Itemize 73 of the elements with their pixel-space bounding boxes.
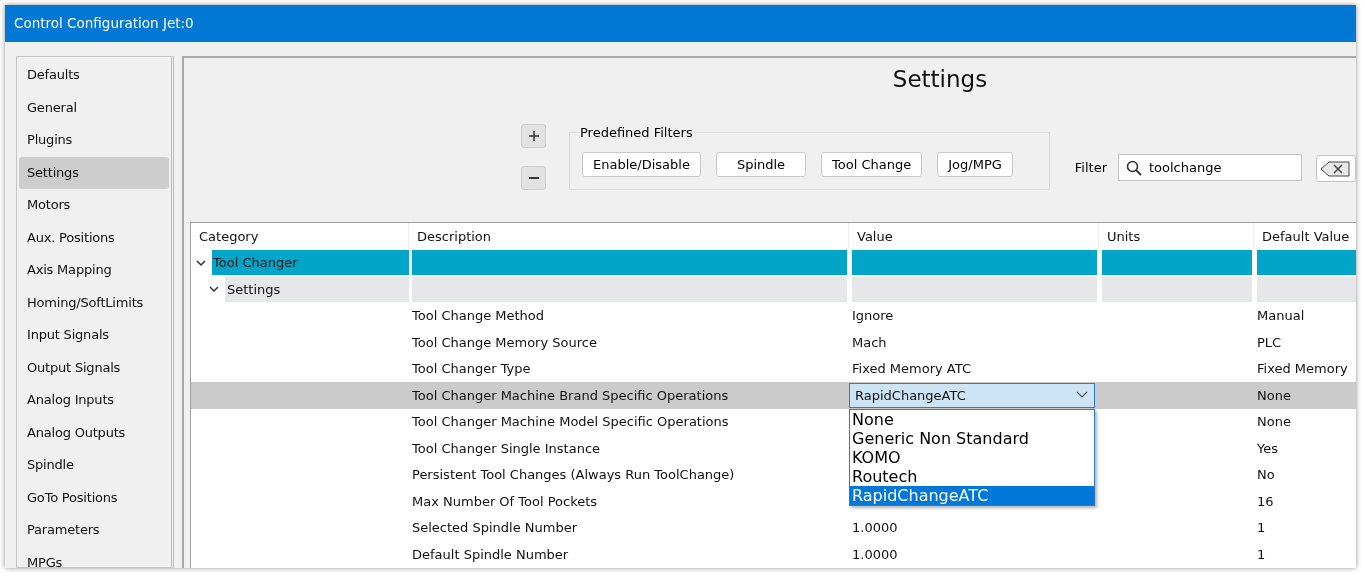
dropdown-option[interactable]: Routech [850,467,1094,486]
selected-row[interactable]: Tool Changer Machine Brand Specific Operations RapidChangeATC None [191,382,1356,409]
dropdown-option[interactable]: RapidChangeATC [850,486,1094,505]
sidebar-item[interactable]: Analog Inputs [19,384,169,417]
default-value-cell-text: None [1256,386,1292,405]
default-value-cell-text: Fixed Memory [1256,360,1349,379]
plus-icon [527,130,540,142]
sidebar-item[interactable]: Input Signals [19,319,169,352]
description-cell-text: Tool Change Memory Source [411,333,598,352]
category-label: Settings [225,276,409,302]
description-cell-text: Tool Change Method [411,307,546,326]
description-cell-text: Tool Changer Machine Model Specific Operations [411,413,730,432]
value-cell: 1.0000 [852,520,898,536]
default-value-cell-text: PLC [1256,333,1283,352]
search-icon [1126,160,1142,176]
description-cell-text: Default Spindle Number [411,545,570,564]
backspace-icon [1320,160,1350,177]
sidebar-item[interactable]: GoTo Positions [19,481,169,514]
sidebar-item[interactable]: Settings [19,156,169,189]
group-legend: Predefined Filters [579,125,694,140]
sidebar-item[interactable]: MPGs [19,546,169,567]
column-header[interactable]: Category [191,223,409,249]
filter-button[interactable]: Tool Change [821,152,923,177]
collapse-all-button[interactable] [521,166,546,190]
default-value-cell-text: None [1256,413,1292,432]
sidebar-item[interactable]: Parameters [19,514,169,547]
column-header[interactable]: Value [849,223,1099,249]
default-value-cell-text: 1 [1256,545,1267,564]
window-title: Control Configuration Jet:0 [5,5,1356,42]
value-cell: 1.0000 [852,546,898,562]
sidebar-item[interactable]: Axis Mapping [19,254,169,287]
clear-filter-button[interactable] [1316,155,1356,182]
description-cell-text: Tool Changer Type [411,360,532,379]
sidebar-item[interactable]: Motors [19,189,169,222]
sidebar-item[interactable]: Output Signals [19,351,169,384]
default-value-cell-text: Manual [1256,307,1306,326]
chevron-icon[interactable] [209,284,219,295]
filter-button[interactable]: Jog/MPG [937,152,1013,177]
expand-all-button[interactable] [521,124,546,148]
description-cell-text: Max Number Of Tool Pockets [411,492,599,511]
column-header[interactable]: Description [409,223,849,249]
dropdown-option[interactable]: None [850,410,1094,429]
panel-title: Settings [891,66,989,94]
default-value-cell-text: 16 [1256,492,1275,511]
value-cell: Ignore [852,308,894,324]
sidebar-item[interactable]: Analog Outputs [19,416,169,449]
description-cell-text: Tool Changer Single Instance [411,439,602,458]
default-value-cell-text: No [1256,466,1276,485]
sidebar-item[interactable]: Aux. Positions [19,221,169,254]
caret-icon [1076,391,1088,400]
filter-button[interactable]: Spindle [715,152,807,177]
chevron-icon[interactable] [196,257,206,268]
sidebar-item[interactable]: Plugins [19,124,169,157]
value-cell: Fixed Memory ATC [852,361,971,377]
dropdown-option[interactable]: KOMO [850,448,1094,467]
category-label: Tool Changer [212,250,409,276]
sidebar-item[interactable]: General [19,91,169,124]
filter-field[interactable]: toolchange [1118,154,1302,181]
sidebar-item[interactable]: Homing/SoftLimits [19,286,169,319]
column-header[interactable]: Default Value [1254,223,1356,249]
default-value-cell-text: Yes [1256,439,1279,458]
description-cell-text: Persistent Tool Changes (Always Run ToolChange) [411,466,736,485]
filter-button[interactable]: Enable/Disable [582,152,701,177]
dropdown-option[interactable]: Generic Non Standard [850,429,1094,448]
value-cell: Mach [852,334,887,350]
sidebar-item[interactable]: Spindle [19,449,169,482]
default-value-cell-text: 1 [1256,519,1267,538]
sidebar-item[interactable]: Defaults [19,59,169,92]
value-dropdown[interactable]: RapidChangeATC [849,382,1095,408]
filter-label: Filter [1074,160,1107,175]
column-header[interactable]: Units [1099,223,1254,249]
description-cell-text: Selected Spindle Number [411,519,579,538]
description-cell-text: Tool Changer Machine Brand Specific Operations [411,386,730,405]
